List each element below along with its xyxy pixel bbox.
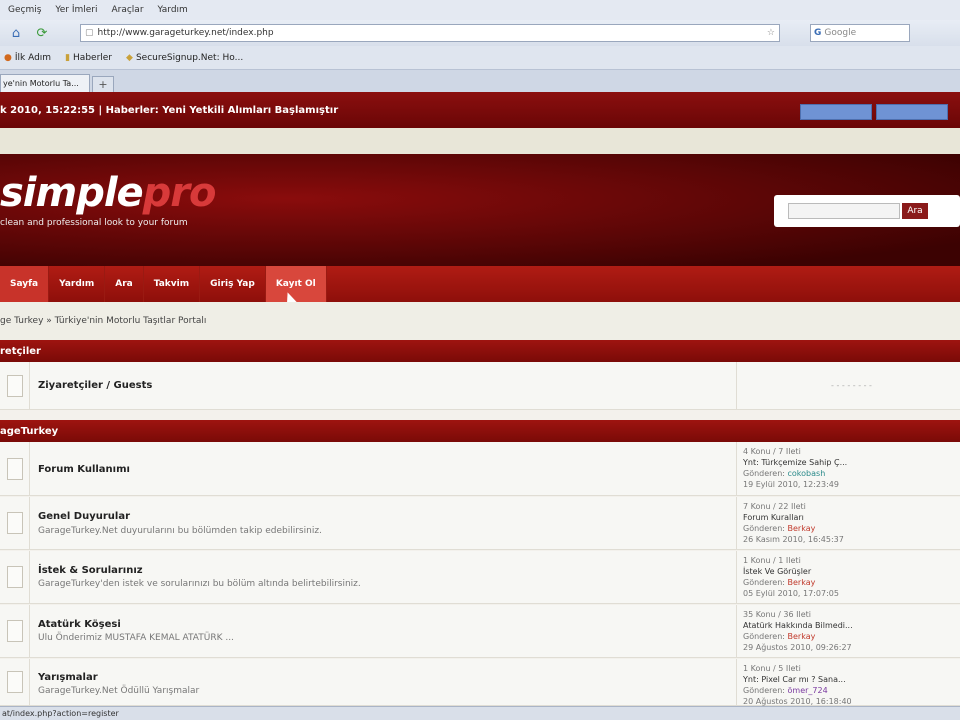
- browser-tab[interactable]: ye'nin Motorlu Ta...: [0, 74, 90, 92]
- main-nav: Sayfa Yardım Ara Takvim Giriş Yap Kayıt …: [0, 266, 960, 302]
- nav-calendar[interactable]: Takvim: [144, 266, 201, 302]
- board-status-icon: [0, 442, 30, 495]
- author-link[interactable]: ömer_724: [788, 686, 828, 695]
- board-status-icon: [0, 497, 30, 549]
- last-post-link[interactable]: Atatürk Hakkında Bilmedi...: [743, 620, 960, 631]
- board-row: Genel Duyurular GarageTurkey.Net duyurul…: [0, 497, 960, 550]
- last-post-link[interactable]: İstek Ve Görüşler: [743, 566, 960, 577]
- google-icon: G: [814, 28, 822, 38]
- site-tagline: clean and professional look to your foru…: [0, 218, 188, 228]
- breadcrumb: ge Turkey » Türkiye'nin Motorlu Taşıtlar…: [0, 302, 960, 340]
- board-last-post: - - - - - - - -: [736, 362, 960, 409]
- tab-strip: ye'nin Motorlu Ta... +: [0, 70, 960, 92]
- top-spacer: [0, 128, 960, 154]
- last-post-link[interactable]: Ynt: Pixel Car mı ? Sana...: [743, 674, 960, 685]
- browser-search-input[interactable]: G Google: [810, 24, 910, 42]
- site-logo[interactable]: simplepro: [0, 170, 217, 216]
- home-icon[interactable]: ⌂: [6, 23, 26, 43]
- author-link[interactable]: Berkay: [788, 578, 816, 587]
- board-status-icon: [0, 605, 30, 657]
- search-placeholder: Google: [824, 28, 857, 38]
- board-row: İstek & Sorularınız GarageTurkey'den ist…: [0, 551, 960, 604]
- menu-bookmarks[interactable]: Yer İmleri: [55, 5, 97, 15]
- folder-icon: ▮: [65, 52, 71, 63]
- url-text: http://www.garageturkey.net/index.php: [97, 28, 274, 38]
- author-link[interactable]: Berkay: [788, 632, 816, 641]
- board-description: GarageTurkey.Net duyurularını bu bölümde…: [38, 526, 322, 536]
- menu-help[interactable]: Yardım: [158, 5, 188, 15]
- board-description: GarageTurkey'den istek ve sorularınızı b…: [38, 579, 361, 589]
- last-post-link[interactable]: Ynt: Türkçemize Sahip Ç...: [743, 457, 960, 468]
- menu-history[interactable]: Geçmiş: [8, 5, 41, 15]
- category-header[interactable]: ageTurkey: [0, 420, 960, 442]
- nav-help[interactable]: Yardım: [49, 266, 106, 302]
- bookmarks-bar: ● İlk Adım ▮ Haberler ◆ SecureSignup.Net: H…: [0, 46, 960, 70]
- browser-navbar: ⌂ ⟳ ▢ http://www.garageturkey.net/index.…: [0, 20, 960, 46]
- author-link[interactable]: Berkay: [788, 524, 816, 533]
- top-button-2[interactable]: [876, 104, 948, 120]
- browser-status-bar: at/index.php?action=register: [0, 706, 960, 720]
- board-last-post: 1 Konu / 1 Ileti İstek Ve Görüşler Gönde…: [736, 551, 960, 603]
- board-row: Forum Kullanımı 4 Konu / 7 Ileti Ynt: Tü…: [0, 442, 960, 496]
- bookmark-item[interactable]: ▮ Haberler: [65, 53, 112, 63]
- bookmark-item[interactable]: ● İlk Adım: [4, 53, 51, 63]
- news-ticker: k 2010, 15:22:55 | Haberler: Yeni Yetkil…: [0, 104, 339, 116]
- board-status-icon: [0, 362, 30, 409]
- board-status-icon: [0, 659, 30, 705]
- board-title[interactable]: Genel Duyurular: [38, 511, 130, 522]
- star-icon[interactable]: ☆: [767, 28, 775, 38]
- nav-login[interactable]: Giriş Yap: [200, 266, 266, 302]
- new-tab-button[interactable]: +: [92, 76, 114, 92]
- board-row: Yarışmalar GarageTurkey.Net Ödüllü Yarış…: [0, 659, 960, 706]
- header-search-button[interactable]: Ara: [902, 203, 928, 219]
- breadcrumb-text[interactable]: ge Turkey » Türkiye'nin Motorlu Taşıtlar…: [0, 316, 206, 326]
- firefox-icon: ●: [4, 52, 12, 63]
- board-last-post: 35 Konu / 36 Ileti Atatürk Hakkında Bilm…: [736, 605, 960, 657]
- author-link[interactable]: cokobash: [788, 469, 826, 478]
- menu-tools[interactable]: Araçlar: [111, 5, 143, 15]
- board-last-post: 7 Konu / 22 Ileti Forum Kuralları Gönder…: [736, 497, 960, 549]
- board-row: Ziyaretçiler / Guests - - - - - - - -: [0, 362, 960, 410]
- bookmark-item[interactable]: ◆ SecureSignup.Net: Ho...: [126, 53, 243, 63]
- board-title[interactable]: Ziyaretçiler / Guests: [38, 380, 152, 391]
- board-title[interactable]: İstek & Sorularınız: [38, 565, 143, 576]
- board-title[interactable]: Forum Kullanımı: [38, 464, 130, 475]
- board-row: Atatürk Köşesi Ulu Önderimiz MUSTAFA KEM…: [0, 605, 960, 658]
- address-bar[interactable]: ▢ http://www.garageturkey.net/index.php …: [80, 24, 780, 42]
- status-text: at/index.php?action=register: [2, 709, 119, 718]
- board-title[interactable]: Atatürk Köşesi: [38, 619, 121, 630]
- board-last-post: 1 Konu / 5 Ileti Ynt: Pixel Car mı ? San…: [736, 659, 960, 706]
- reload-icon[interactable]: ⟳: [32, 23, 52, 43]
- nav-search[interactable]: Ara: [105, 266, 144, 302]
- board-last-post: 4 Konu / 7 Ileti Ynt: Türkçemize Sahip Ç…: [736, 442, 960, 495]
- category-header[interactable]: retçiler: [0, 340, 960, 362]
- board-status-icon: [0, 551, 30, 603]
- header-search-input[interactable]: [788, 203, 900, 219]
- board-title[interactable]: Yarışmalar: [38, 672, 98, 683]
- browser-menubar: Geçmiş Yer İmleri Araçlar Yardım: [0, 0, 960, 20]
- top-button-1[interactable]: [800, 104, 872, 120]
- nav-register[interactable]: Kayıt Ol: [265, 266, 327, 302]
- nav-home[interactable]: Sayfa: [0, 266, 50, 302]
- last-post-link[interactable]: Forum Kuralları: [743, 512, 960, 523]
- page-icon: ▢: [85, 28, 94, 38]
- board-description: GarageTurkey.Net Ödüllü Yarışmalar: [38, 686, 200, 696]
- lock-icon: ◆: [126, 52, 133, 63]
- board-description: Ulu Önderimiz MUSTAFA KEMAL ATATÜRK ...: [38, 633, 234, 643]
